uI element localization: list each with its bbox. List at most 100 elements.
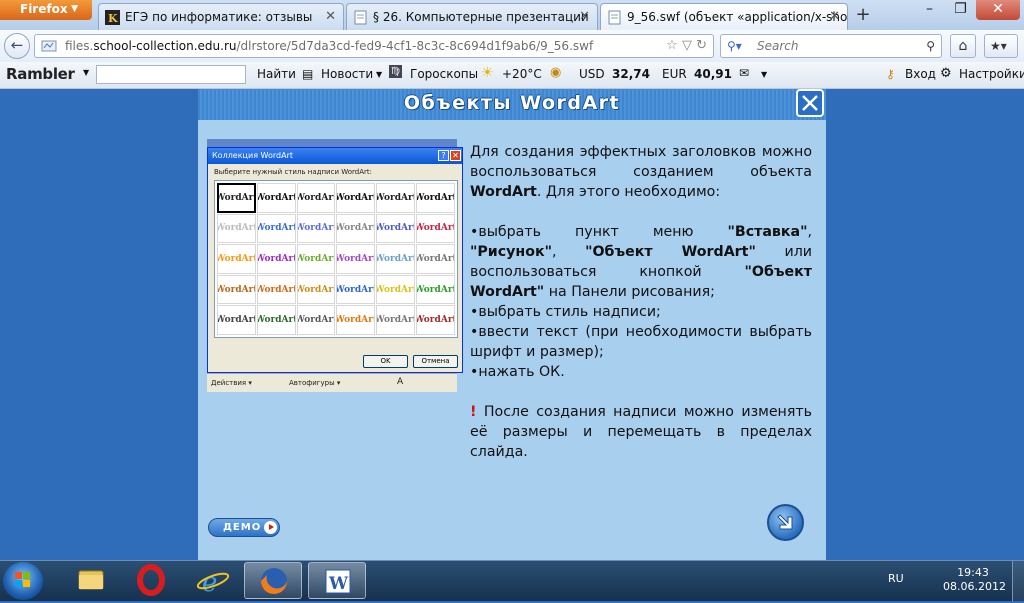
intro-text: Для создания эффектных заголовков можно …: [470, 144, 812, 180]
address-bar[interactable]: files.school-collection.edu.ru/dlrstore/…: [34, 34, 714, 58]
internet-explorer-icon: e: [196, 568, 230, 598]
dialog-ok-button: OK: [363, 355, 408, 368]
rambler-search-input[interactable]: [96, 65, 246, 84]
rambler-find-button[interactable]: Найти: [257, 67, 296, 81]
rambler-logo[interactable]: Rambler: [6, 65, 75, 83]
language-indicator[interactable]: RU: [888, 572, 904, 585]
wordart-dialog: Коллекция WordArt ? ✕ Выберите нужный ст…: [207, 147, 463, 373]
rambler-news-button[interactable]: Новости: [321, 67, 373, 81]
wordart-style-cell: WordArt: [336, 244, 376, 274]
bookmarks-button[interactable]: ★▾: [984, 34, 1018, 58]
step-1-end: на Панели рисования;: [544, 284, 715, 300]
back-button[interactable]: ←: [4, 33, 30, 59]
note-text: После создания надписи можно изменять её…: [470, 404, 812, 460]
usd-value: 32,74: [612, 67, 650, 81]
svg-text:e: e: [202, 568, 217, 598]
taskbar-firefox[interactable]: [244, 562, 302, 599]
temperature-value[interactable]: +20°C: [502, 67, 542, 81]
mail-icon[interactable]: ✉: [739, 66, 749, 80]
chevron-down-icon[interactable]: ▼: [376, 70, 382, 79]
navigation-bar: ← files.school-collection.edu.ru/dlrstor…: [0, 30, 1024, 63]
reload-icon[interactable]: ↻: [696, 38, 707, 53]
minimize-button[interactable]: –: [914, 0, 945, 20]
wordart-style-cell: WordArt: [256, 274, 296, 305]
slide-body: Коллекция WordArt ? ✕ Выберите нужный ст…: [198, 120, 826, 560]
wordart-style-cell: WordArt: [376, 305, 416, 335]
wordart-style-cell: WordArt: [296, 183, 336, 213]
tab-bar: Firefox ▼ K ЕГЭ по информатике: отзывы ✕ …: [0, 0, 1024, 30]
slide-close-button[interactable]: [796, 89, 824, 117]
wordart-style-cell: WordArt: [296, 213, 336, 244]
help-icon: ?: [438, 150, 449, 161]
taskbar-ie[interactable]: e: [184, 562, 242, 599]
step-1-text: •выбрать пункт меню: [470, 224, 728, 240]
wordart-style-cell: WordArt: [296, 274, 336, 305]
wordart-style-cell: WordArt: [416, 274, 455, 305]
show-desktop-button[interactable]: [1012, 561, 1024, 601]
usd-label: USD: [579, 67, 605, 81]
step-2: •выбрать стиль надписи;: [470, 304, 661, 320]
weather-sun-icon: ☀: [481, 65, 494, 81]
step-3: •ввести текст (при необходимости выбрать…: [470, 324, 812, 360]
clock-time: 19:43: [957, 566, 989, 579]
start-button[interactable]: [3, 562, 43, 600]
taskbar-opera[interactable]: [122, 562, 180, 599]
key-icon: ⚷: [886, 67, 895, 81]
wordart-style-cell: WordArt: [256, 305, 296, 335]
eur-label: EUR: [662, 67, 687, 81]
site-identity-icon[interactable]: [41, 39, 57, 53]
tab-ege[interactable]: K ЕГЭ по информатике: отзывы ✕: [98, 3, 344, 30]
wordart-style-cell: WordArt: [217, 305, 256, 335]
svg-text:K: K: [108, 12, 118, 25]
taskbar-word[interactable]: W: [308, 562, 366, 599]
wordart-style-cell: WordArt: [376, 274, 416, 305]
close-tab-icon[interactable]: ✕: [829, 9, 840, 24]
note-paragraph: ! После создания надписи можно изменять …: [470, 402, 812, 462]
maximize-button[interactable]: ❐: [945, 0, 976, 20]
search-icon[interactable]: ⚲: [926, 35, 935, 57]
rambler-toolbar: Rambler ▼ Найти ▤ Новости ▼ ♍ Гороскопы …: [0, 62, 1024, 89]
flash-content-area: Объекты WordArt Коллекция WordArt ? ✕ Вы…: [0, 89, 1024, 560]
wordart-style-cell: WordArt: [256, 213, 296, 244]
home-button[interactable]: ⌂: [950, 34, 976, 58]
demo-button[interactable]: ДЕМО: [208, 518, 280, 537]
close-tab-icon[interactable]: ✕: [579, 9, 590, 24]
chevron-down-icon: ▼: [71, 4, 78, 14]
chevron-down-icon[interactable]: ▼: [83, 68, 89, 77]
firefox-menu-label: Firefox: [20, 2, 68, 16]
window-controls: – ❐ ✕: [914, 0, 1020, 20]
tab-swf[interactable]: 9_56.swf (объект «application/x-shoc... …: [600, 3, 848, 30]
next-arrow-button[interactable]: [767, 504, 804, 541]
clock[interactable]: 19:43 08.06.2012: [943, 566, 1006, 594]
wordart-style-cell: WordArt: [336, 274, 376, 305]
demo-label: ДЕМО: [223, 522, 262, 533]
search-input[interactable]: ⚲▾ Search ⚲: [720, 34, 942, 58]
rambler-login-button[interactable]: Вход: [905, 67, 936, 81]
close-icon: [802, 95, 818, 111]
windows-logo-icon: [15, 572, 30, 587]
intro-paragraph: Для создания эффектных заголовков можно …: [470, 142, 812, 202]
wordart-style-cell: WordArt: [296, 305, 336, 335]
wordart-gallery-screenshot: Коллекция WordArt ? ✕ Выберите нужный ст…: [207, 139, 463, 392]
bookmark-star-icon[interactable]: ☆: [666, 38, 678, 53]
tab-presentations[interactable]: § 26. Компьютерные презентации ✕: [346, 3, 598, 30]
slide-text: Для создания эффектных заголовков можно …: [470, 142, 812, 462]
new-tab-button[interactable]: +: [851, 4, 875, 28]
chevron-down-icon[interactable]: ▼: [761, 70, 767, 79]
rambler-settings-button[interactable]: Настройки: [959, 67, 1024, 81]
tab-label: 9_56.swf (объект «application/x-shoc...: [627, 10, 848, 24]
rambler-horoscopes-button[interactable]: Гороскопы: [410, 67, 478, 81]
firefox-menu-button[interactable]: Firefox ▼: [0, 0, 92, 20]
taskbar-explorer[interactable]: [62, 562, 120, 599]
tab-label: § 26. Компьютерные презентации: [373, 10, 589, 24]
tab-label: ЕГЭ по информатике: отзывы: [125, 10, 313, 24]
window-close-button[interactable]: ✕: [976, 0, 1020, 20]
wordart-style-cell: WordArt: [336, 183, 376, 213]
play-arrow-icon: [264, 521, 277, 534]
dialog-titlebar: Коллекция WordArt: [208, 148, 462, 164]
intro-text-end: . Для этого необходимо:: [536, 184, 721, 200]
close-tab-icon[interactable]: ✕: [325, 9, 336, 24]
history-dropdown-icon[interactable]: ▽: [682, 38, 692, 53]
search-engine-icon[interactable]: ⚲▾: [727, 35, 742, 57]
horoscope-icon: ♍: [389, 65, 402, 78]
